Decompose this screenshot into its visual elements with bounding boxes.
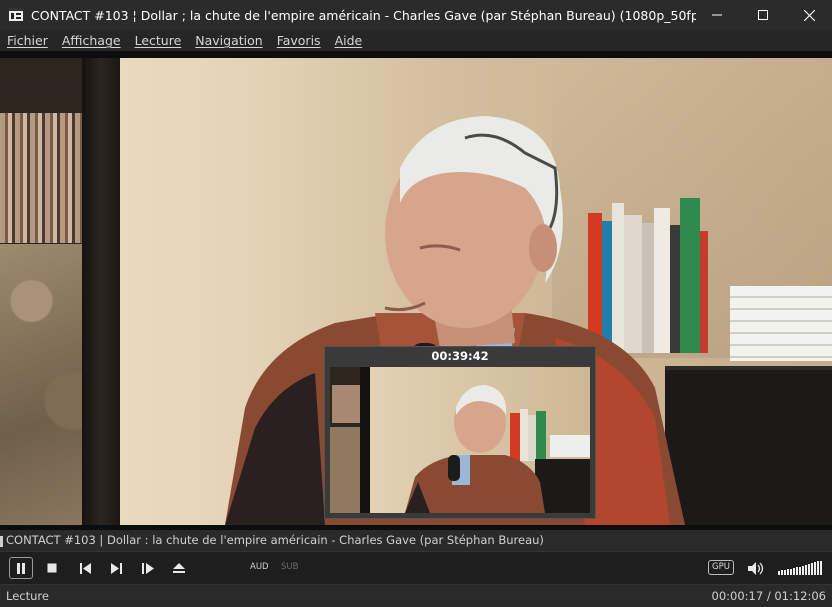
playback-controls: AUD SUB GPU: [0, 551, 832, 585]
maximize-button[interactable]: [740, 0, 786, 30]
stop-button[interactable]: [40, 557, 64, 579]
time-display[interactable]: 00:00:17 / 01:12:06: [712, 585, 826, 607]
previous-button[interactable]: [74, 557, 98, 579]
bookshelf-left: [0, 113, 82, 243]
app-icon: [8, 7, 24, 23]
preview-thumbnail: [330, 367, 590, 513]
volume-slider[interactable]: [778, 560, 824, 579]
previous-icon: [80, 562, 91, 574]
close-button[interactable]: [786, 0, 832, 30]
menu-affichage[interactable]: Affichage: [55, 33, 128, 48]
menu-lecture[interactable]: Lecture: [128, 33, 189, 48]
gpu-indicator[interactable]: GPU: [708, 560, 734, 575]
book-stack: [730, 286, 832, 361]
video-display[interactable]: 00:39:42: [0, 51, 832, 530]
preview-timestamp: 00:39:42: [431, 349, 489, 363]
playback-state: Lecture: [6, 589, 49, 603]
stop-icon: [47, 563, 57, 573]
media-title: CONTACT #103 | Dollar : la chute de l'em…: [6, 533, 544, 547]
next-button[interactable]: [104, 557, 128, 579]
menu-aide[interactable]: Aide: [328, 33, 370, 48]
info-bar-marker: [0, 536, 3, 547]
title-bar: CONTACT #103 ¦ Dollar ; la chute de l'em…: [0, 0, 832, 30]
status-bar: Lecture 00:00:17 / 01:12:06: [0, 585, 832, 607]
subtitle-button[interactable]: SUB: [281, 562, 298, 572]
volume-icon: [748, 561, 764, 575]
eject-icon: [173, 562, 185, 573]
eject-button[interactable]: [167, 557, 191, 579]
audio-track-button[interactable]: AUD: [250, 562, 269, 572]
volume-level-icon: [778, 561, 822, 575]
seek-preview: 00:39:42: [324, 346, 596, 519]
pause-icon: [17, 562, 25, 574]
menu-fichier[interactable]: Fichier: [0, 33, 55, 48]
mute-button[interactable]: [744, 557, 768, 579]
close-icon: [803, 9, 815, 21]
maximize-icon: [758, 10, 768, 20]
minimize-button[interactable]: [694, 0, 740, 30]
shelf-cabinet: [665, 370, 832, 525]
info-bar: CONTACT #103 | Dollar : la chute de l'em…: [0, 530, 832, 551]
menu-bar: Fichier Affichage Lecture Navigation Fav…: [0, 30, 832, 51]
menu-navigation[interactable]: Navigation: [188, 33, 269, 48]
menu-favoris[interactable]: Favoris: [270, 33, 328, 48]
window-title: CONTACT #103 ¦ Dollar ; la chute de l'em…: [31, 7, 696, 23]
minimize-icon: [712, 14, 722, 16]
pause-button[interactable]: [9, 557, 33, 579]
frame-step-icon: [141, 562, 154, 574]
frame-step-button[interactable]: [136, 557, 160, 579]
next-icon: [111, 562, 122, 574]
